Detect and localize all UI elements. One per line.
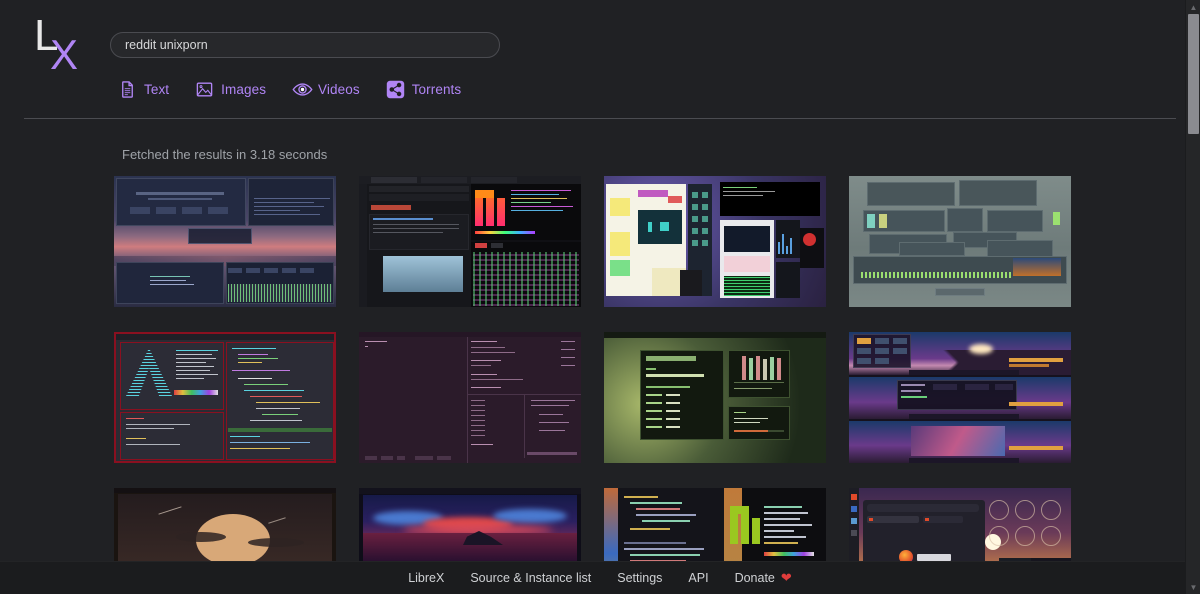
footer-link-api[interactable]: API <box>688 571 708 585</box>
tab-videos[interactable]: Videos <box>292 80 360 99</box>
image-result-3[interactable] <box>604 176 826 307</box>
image-results-grid: 15 <box>114 176 1082 594</box>
footer-link-librex[interactable]: LibreX <box>408 571 444 585</box>
eye-icon <box>292 80 313 99</box>
page-scrollbar[interactable]: ▲ ▼ <box>1185 0 1200 594</box>
header-divider <box>24 118 1176 119</box>
page-footer: LibreX Source & Instance list Settings A… <box>0 561 1200 594</box>
tab-text[interactable]: Text <box>118 80 169 99</box>
page-header: L X Text <box>0 0 1200 118</box>
scroll-down-arrow-icon[interactable]: ▼ <box>1186 580 1200 594</box>
tab-images[interactable]: Images <box>195 80 266 99</box>
tab-torrents-label: Torrents <box>411 82 462 97</box>
tab-text-label: Text <box>144 82 170 97</box>
scrollbar-thumb[interactable] <box>1188 14 1199 134</box>
footer-link-donate[interactable]: Donate ❤ <box>735 570 792 586</box>
scroll-up-arrow-icon[interactable]: ▲ <box>1186 0 1200 14</box>
search-bar <box>110 32 500 58</box>
logo-letter-x: X <box>50 31 79 78</box>
image-result-7[interactable] <box>604 332 826 463</box>
image-result-2[interactable] <box>359 176 581 307</box>
image-result-4[interactable] <box>849 176 1071 307</box>
footer-link-settings-label: Settings <box>617 571 663 585</box>
image-result-8[interactable] <box>849 332 1071 463</box>
image-result-1[interactable] <box>114 176 336 307</box>
footer-link-api-label: API <box>688 571 709 585</box>
share-icon <box>386 80 405 99</box>
footer-link-source-label: Source & Instance list <box>470 571 592 585</box>
document-icon <box>118 80 137 99</box>
heart-icon: ❤ <box>780 570 792 585</box>
search-input[interactable] <box>110 32 500 58</box>
tab-images-label: Images <box>221 82 267 97</box>
image-icon <box>195 80 214 99</box>
search-type-tabs: Text Images Videos Torrents <box>118 80 461 99</box>
footer-link-donate-label: Donate <box>734 571 775 585</box>
footer-link-librex-label: LibreX <box>408 571 445 585</box>
results-status: Fetched the results in 3.18 seconds <box>122 147 328 162</box>
librex-logo[interactable]: L X <box>30 14 94 76</box>
footer-link-source[interactable]: Source & Instance list <box>470 571 591 585</box>
librex-image-search-page: L X Text <box>0 0 1200 594</box>
footer-link-settings[interactable]: Settings <box>617 571 662 585</box>
image-result-5[interactable] <box>114 332 336 463</box>
tab-videos-label: Videos <box>318 82 360 97</box>
tab-torrents[interactable]: Torrents <box>386 80 462 99</box>
image-result-6[interactable] <box>359 332 581 463</box>
